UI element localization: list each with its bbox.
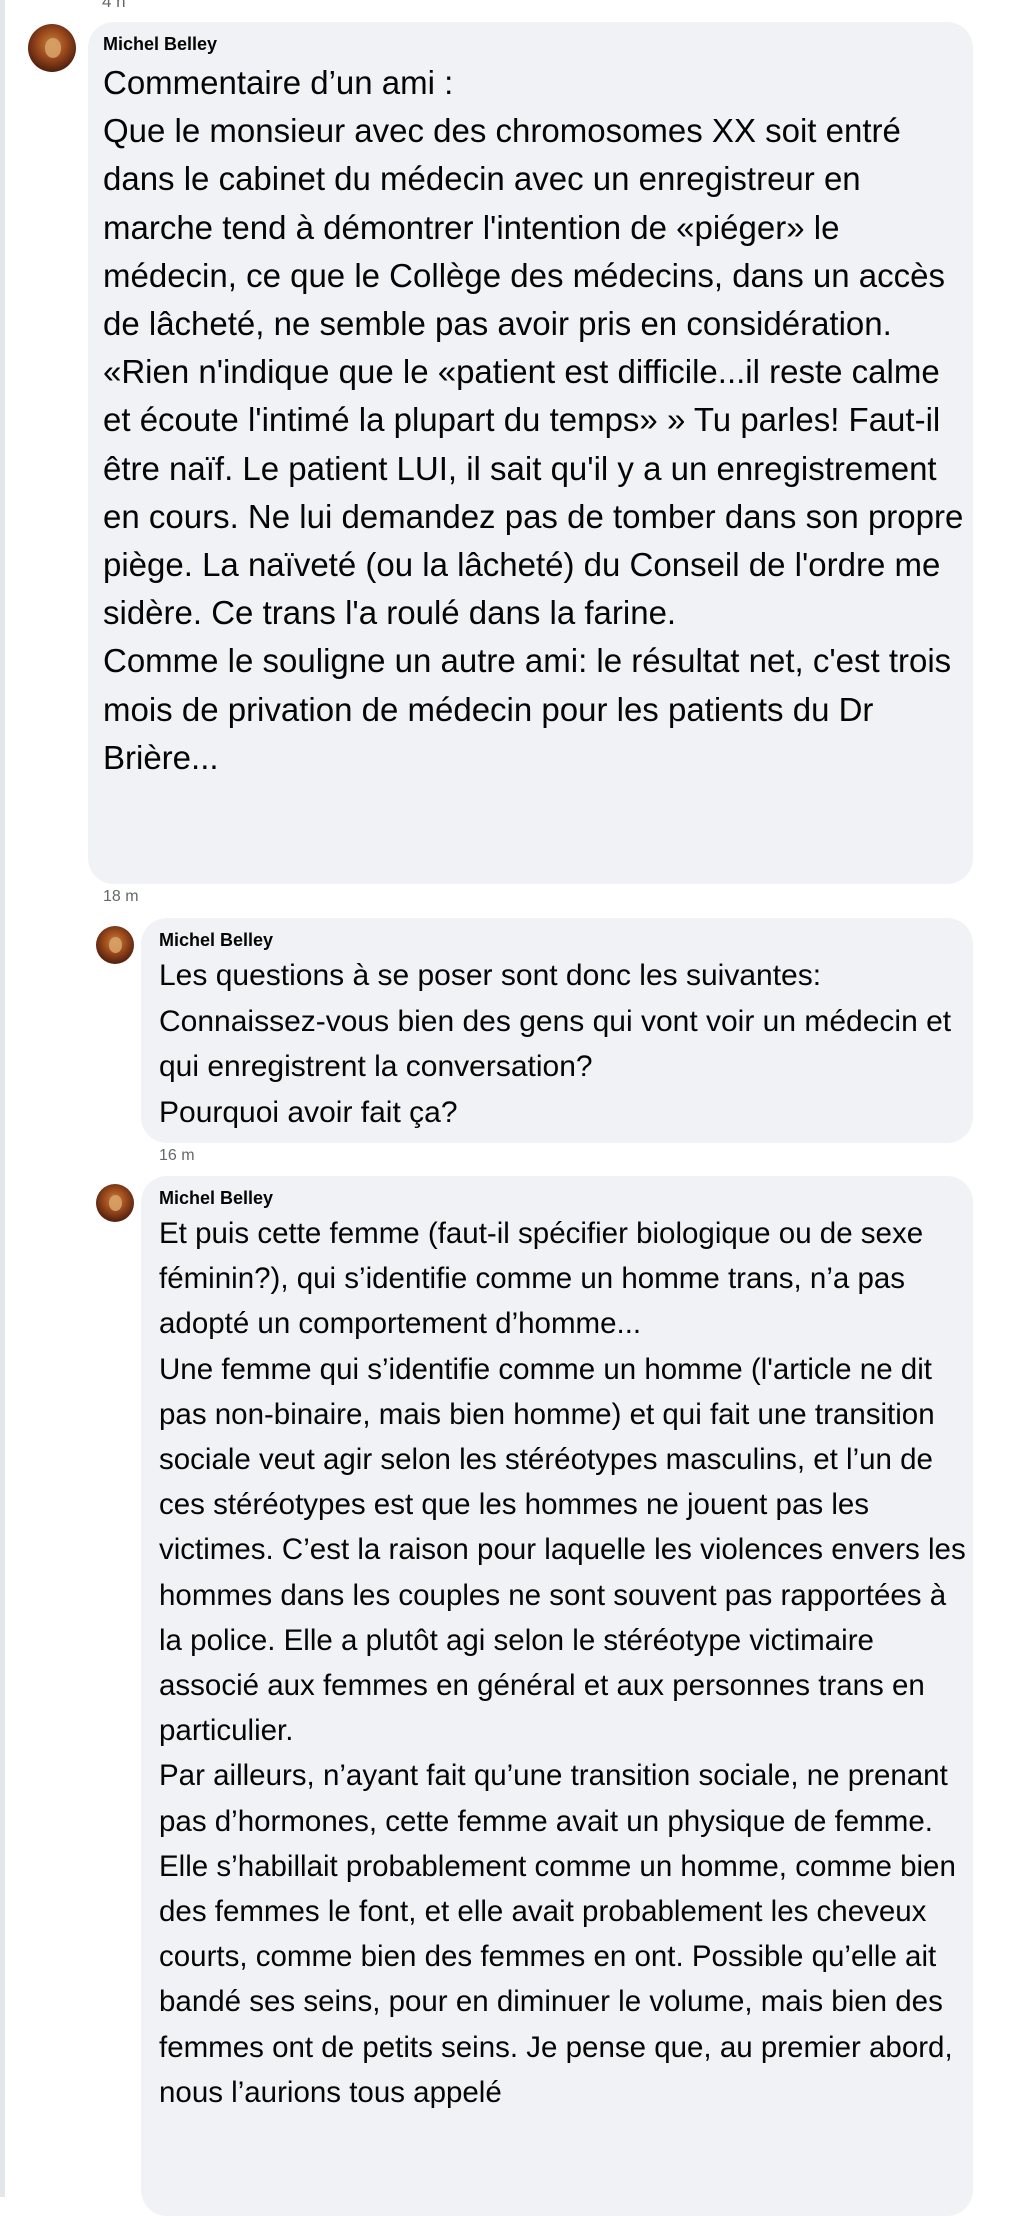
- reply-bubble: Michel Belley Et puis cette femme (faut-…: [141, 1176, 973, 2216]
- comment-timestamp[interactable]: 4 h: [102, 0, 126, 12]
- comment-paragraph: Commentaire d’un ami :: [103, 64, 454, 101]
- comment-text: Les questions à se poser sont donc les s…: [159, 953, 973, 1135]
- avatar[interactable]: [96, 1184, 134, 1222]
- page-left-edge: [0, 0, 5, 2197]
- comment-paragraph: «Rien n'indique que le «patient est diff…: [103, 353, 964, 632]
- comment-text: Commentaire d’un ami : Que le monsieur a…: [103, 59, 973, 782]
- comment-text: Et puis cette femme (faut-il spécifier b…: [159, 1211, 973, 2115]
- comment-author[interactable]: Michel Belley: [103, 34, 973, 55]
- comment-bubble: Michel Belley Commentaire d’un ami : Que…: [88, 22, 973, 884]
- comment-author[interactable]: Michel Belley: [159, 1188, 973, 1209]
- comment-paragraph: Une femme qui s’identifie comme un homme…: [159, 1352, 966, 1748]
- comment-paragraph: Par ailleurs, n’ayant fait qu’une transi…: [159, 1759, 956, 2109]
- comment-paragraph: Et puis cette femme (faut-il spécifier b…: [159, 1217, 924, 1341]
- comment-timestamp[interactable]: 16 m: [159, 1147, 195, 1165]
- reply-bubble: Michel Belley Les questions à se poser s…: [141, 918, 973, 1143]
- avatar[interactable]: [28, 24, 76, 72]
- comment-timestamp[interactable]: 18 m: [103, 888, 139, 906]
- comment-author[interactable]: Michel Belley: [159, 930, 973, 951]
- comment-paragraph: Pourquoi avoir fait ça?: [159, 1095, 458, 1129]
- comment-paragraph: Connaissez-vous bien des gens qui vont v…: [159, 1004, 952, 1084]
- avatar[interactable]: [96, 926, 134, 964]
- comment-paragraph: Comme le souligne un autre ami: le résul…: [103, 642, 952, 776]
- comment-paragraph: Que le monsieur avec des chromosomes XX …: [103, 112, 945, 343]
- comment-paragraph: Les questions à se poser sont donc les s…: [159, 959, 822, 992]
